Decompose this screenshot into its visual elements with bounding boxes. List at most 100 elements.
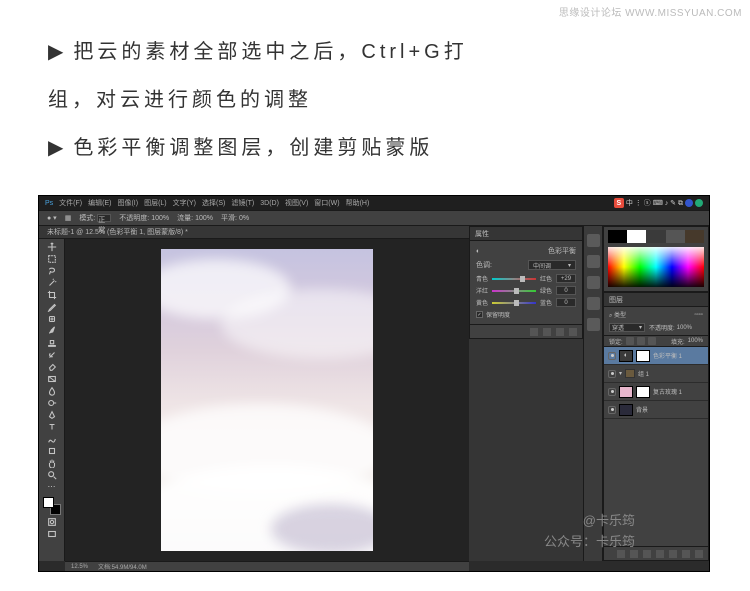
folder-icon [625, 369, 635, 378]
adj-thumb-icon: ◐ [619, 350, 633, 362]
smooth-label: 平滑: [221, 213, 237, 223]
tool-palette: ⋯ [39, 239, 65, 561]
brush-thumb-icon[interactable]: ● ▾ [47, 214, 57, 222]
mask-icon[interactable] [643, 550, 651, 558]
mg-slider[interactable] [492, 290, 536, 292]
path-tool-icon[interactable] [46, 433, 57, 444]
properties-panel: 属性 ◐色彩平衡 色调:中间调▾ 青色红色+29 洋红绿色0 黄色蓝色0 ✓保留… [469, 226, 583, 339]
group-icon[interactable] [669, 550, 677, 558]
gradient-tool-icon[interactable] [46, 373, 57, 384]
dock-icon[interactable] [587, 276, 600, 289]
swatch-strip[interactable] [608, 230, 704, 243]
blend-select[interactable]: 穿透▾ [609, 323, 645, 332]
attrib-line1: @卡乐筠 [544, 511, 635, 532]
menu-type[interactable]: 文字(Y) [173, 198, 196, 208]
opacity-label: 不透明度: [119, 213, 149, 223]
photoshop-window: Ps 文件(F) 编辑(E) 图像(I) 图层(L) 文字(Y) 选择(S) 滤… [38, 195, 710, 572]
fill-label: 填充: [671, 337, 685, 346]
layer-row[interactable]: 背景 [604, 401, 708, 419]
hue-picker[interactable] [608, 247, 704, 287]
visibility-icon[interactable] [608, 370, 616, 378]
dodge-tool-icon[interactable] [46, 397, 57, 408]
visibility-icon[interactable] [608, 388, 616, 396]
brush-tool-icon[interactable] [46, 325, 57, 336]
flow-value[interactable]: 100% [195, 215, 213, 222]
mg-value[interactable]: 0 [556, 286, 576, 295]
stamp-tool-icon[interactable] [46, 337, 57, 348]
reset-icon[interactable] [556, 328, 564, 336]
canvas-area[interactable] [65, 239, 469, 561]
marquee-tool-icon[interactable] [46, 253, 57, 264]
wand-tool-icon[interactable] [46, 277, 57, 288]
chevron-down-icon[interactable]: ▾ [619, 370, 622, 377]
dock-icon[interactable] [587, 297, 600, 310]
layer-row[interactable]: ◐ 色彩平衡 1 [604, 347, 708, 365]
menu-help[interactable]: 帮助(H) [346, 198, 370, 208]
shape-tool-icon[interactable] [46, 445, 57, 456]
trash-icon[interactable] [695, 550, 703, 558]
menu-layer[interactable]: 图层(L) [144, 198, 167, 208]
menu-image[interactable]: 图像(I) [117, 198, 138, 208]
attrib-line2: 公众号：卡乐筠 [544, 532, 635, 553]
properties-tab[interactable]: 属性 [475, 229, 489, 239]
ime-indicator[interactable]: S 中 ⋮ ⓢ ⌨ ♪ ✎ ⧉ [614, 196, 703, 210]
menu-3d[interactable]: 3D(D) [260, 200, 279, 207]
move-tool-icon[interactable] [46, 241, 57, 252]
options-bar: ● ▾ ▦ 模式:正常 不透明度:100% 流量:100% 平滑:0% [39, 210, 709, 226]
crop-tool-icon[interactable] [46, 289, 57, 300]
cr-value[interactable]: +29 [556, 274, 576, 283]
quickmask-icon[interactable] [46, 516, 57, 527]
pen-tool-icon[interactable] [46, 409, 57, 420]
yb-value[interactable]: 0 [556, 298, 576, 307]
history-brush-tool-icon[interactable] [46, 349, 57, 360]
heal-tool-icon[interactable] [46, 313, 57, 324]
zoom-level[interactable]: 12.5% [71, 564, 88, 570]
blur-tool-icon[interactable] [46, 385, 57, 396]
menu-select[interactable]: 选择(S) [202, 198, 225, 208]
layer-name: 色彩平衡 1 [653, 351, 682, 360]
menu-window[interactable]: 窗口(W) [314, 198, 339, 208]
dock-icon[interactable] [587, 318, 600, 331]
zoom-tool-icon[interactable] [46, 469, 57, 480]
cr-slider[interactable] [492, 278, 536, 280]
hand-tool-icon[interactable] [46, 457, 57, 468]
lasso-tool-icon[interactable] [46, 265, 57, 276]
kind-filter[interactable]: ⌕ 类型 [609, 310, 626, 320]
layers-tab[interactable]: 图层 [609, 295, 623, 305]
yb-slider[interactable] [492, 302, 536, 304]
new-icon[interactable] [682, 550, 690, 558]
screenmode-icon[interactable] [46, 528, 57, 539]
visibility-icon[interactable] [608, 352, 616, 360]
dock-icon[interactable] [587, 255, 600, 268]
layer-name: 复古玫瑰 1 [653, 387, 682, 396]
brush-preset-icon[interactable]: ▦ [65, 214, 72, 222]
clip-icon[interactable] [530, 328, 538, 336]
fill-value[interactable]: 100% [688, 338, 703, 344]
eyedropper-tool-icon[interactable] [46, 301, 57, 312]
tone-select[interactable]: 中间调▾ [528, 260, 576, 270]
menu-file[interactable]: 文件(F) [59, 198, 82, 208]
layer-row[interactable]: 复古玫瑰 1 [604, 383, 708, 401]
lock-icon[interactable] [626, 337, 634, 345]
dock-icon[interactable] [587, 234, 600, 247]
menu-filter[interactable]: 滤镜(T) [231, 198, 254, 208]
lock-icon[interactable] [637, 337, 645, 345]
layer-row[interactable]: ▾ 组 1 [604, 365, 708, 383]
eye-icon[interactable] [543, 328, 551, 336]
eraser-tool-icon[interactable] [46, 361, 57, 372]
layer-name: 组 1 [638, 369, 649, 378]
adj-icon[interactable] [656, 550, 664, 558]
color-swatches[interactable] [43, 497, 61, 515]
menu-view[interactable]: 视图(V) [285, 198, 308, 208]
preserve-checkbox[interactable]: ✓ [476, 311, 483, 318]
edit-toolbar-icon[interactable]: ⋯ [46, 481, 57, 492]
smooth-value[interactable]: 0% [239, 215, 249, 222]
mode-select[interactable]: 正常 [97, 214, 111, 222]
opacity-value[interactable]: 100% [151, 215, 169, 222]
lp-opacity[interactable]: 100% [677, 325, 692, 331]
type-tool-icon[interactable] [46, 421, 57, 432]
trash-icon[interactable] [569, 328, 577, 336]
menu-edit[interactable]: 编辑(E) [88, 198, 111, 208]
visibility-icon[interactable] [608, 406, 616, 414]
lock-icon[interactable] [648, 337, 656, 345]
